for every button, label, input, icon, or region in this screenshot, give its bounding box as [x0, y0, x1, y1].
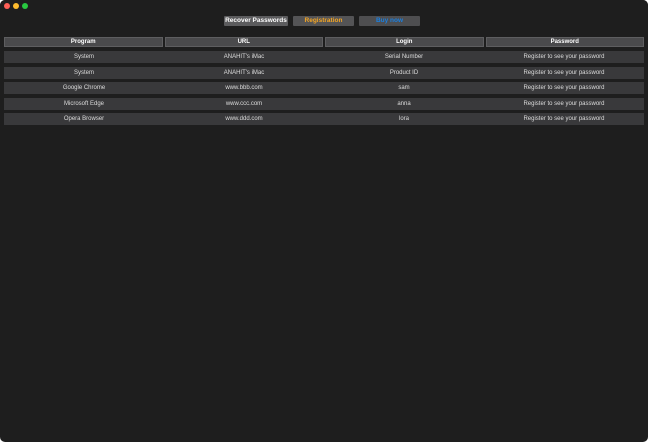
minimize-window-button[interactable] [13, 3, 19, 9]
cell-login: Serial Number [384, 54, 424, 60]
cell-password: Register to see your password [523, 69, 605, 76]
cell-program: System [73, 69, 94, 76]
cell-login: sam [398, 85, 410, 92]
table-row[interactable]: System ANAHIT's iMac Serial Number Regis… [4, 51, 644, 63]
table-row[interactable]: Opera Browser www.ddd.com lora Register … [4, 113, 644, 126]
column-header-login[interactable]: Login [325, 37, 484, 47]
cell-program: Google Chrome [62, 85, 106, 92]
cell-password: Register to see your password [523, 100, 605, 107]
recover-passwords-button[interactable]: Recover Passwords [224, 16, 288, 26]
title-bar [0, 0, 648, 12]
column-header-password[interactable]: Password [485, 37, 644, 47]
column-header-program[interactable]: Program [4, 37, 163, 47]
buy-now-button[interactable]: Buy now [359, 16, 420, 26]
registration-button[interactable]: Registration [293, 16, 354, 26]
cell-url: www.ccc.com [225, 100, 263, 107]
table-body: System ANAHIT's iMac Serial Number Regis… [4, 51, 644, 126]
cell-url: www.bbb.com [225, 85, 263, 92]
close-window-button[interactable] [4, 3, 10, 9]
zoom-window-button[interactable] [22, 3, 28, 9]
cell-url: ANAHIT's iMac [223, 69, 265, 76]
cell-login: lora [398, 116, 409, 123]
table-row[interactable]: Microsoft Edge www.ccc.com anna Register… [4, 97, 644, 110]
cell-program: Opera Browser [63, 116, 105, 123]
cell-url: www.ddd.com [225, 116, 263, 123]
cell-password: Register to see your password [523, 85, 605, 92]
app-window: Recover Passwords Registration Buy now P… [0, 0, 648, 442]
table-row[interactable]: Google Chrome www.bbb.com sam Register t… [4, 82, 644, 95]
cell-login: anna [397, 100, 411, 107]
cell-program: System [73, 54, 94, 60]
cell-url: ANAHIT's iMac [223, 54, 265, 60]
cell-password: Register to see your password [523, 116, 605, 123]
column-header-url[interactable]: URL [164, 37, 323, 47]
table-row[interactable]: System ANAHIT's iMac Product ID Register… [4, 66, 644, 79]
cell-program: Microsoft Edge [63, 100, 105, 107]
passwords-table: Program URL Login Password System ANAHIT… [4, 37, 644, 129]
cell-login: Product ID [389, 69, 419, 76]
table-header-row: Program URL Login Password [4, 37, 644, 47]
cell-password: Register to see your password [523, 54, 605, 60]
